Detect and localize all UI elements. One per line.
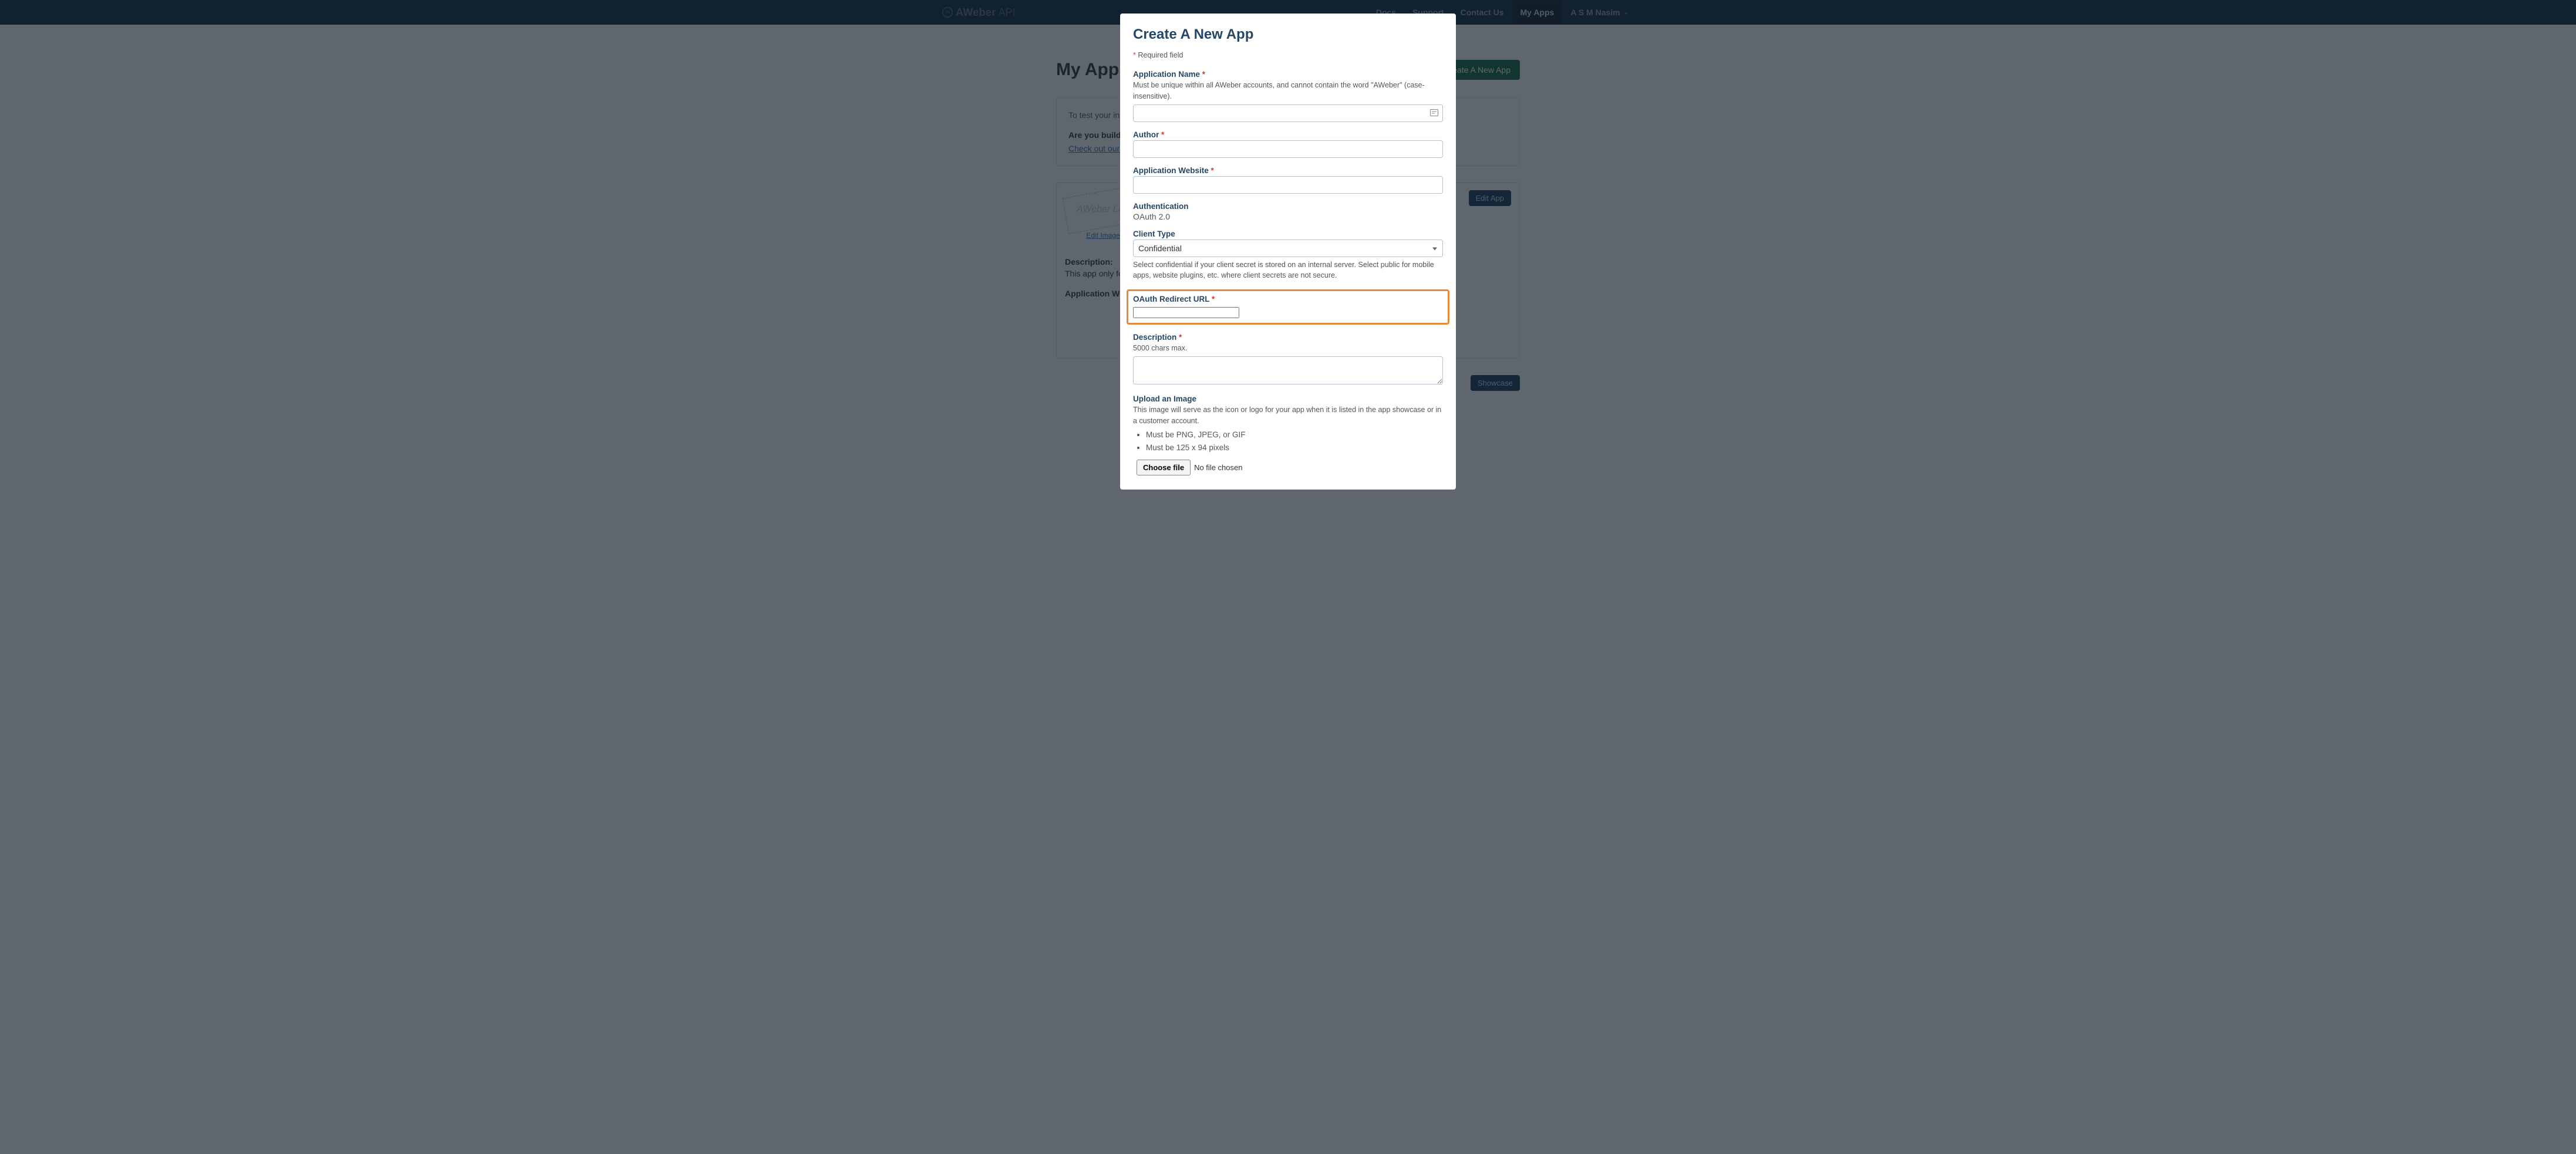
upload-req-1: Must be PNG, JPEG, or GIF [1146,428,1443,441]
modal-overlay: Create A New App * Required field Applic… [0,0,2576,1154]
redirect-label: OAuth Redirect URL * [1133,295,1443,303]
description-field-label: Description * [1133,333,1443,342]
website-input[interactable] [1133,176,1443,194]
client-type-help: Select confidential if your client secre… [1133,259,1443,282]
client-type-select[interactable]: Confidential [1133,239,1443,257]
description-textarea[interactable] [1133,356,1443,384]
autofill-icon [1430,109,1438,118]
client-type-label: Client Type [1133,230,1443,238]
description-help: 5000 chars max. [1133,343,1443,354]
website-label: Application Website * [1133,166,1443,175]
oauth-redirect-highlight: OAuth Redirect URL * [1127,289,1449,325]
app-name-input[interactable] [1133,104,1443,122]
modal-title: Create A New App [1133,26,1443,43]
auth-label: Authentication [1133,202,1443,211]
redirect-input[interactable] [1133,307,1239,318]
upload-req-2: Must be 125 x 94 pixels [1146,441,1443,454]
create-app-modal: Create A New App * Required field Applic… [1120,14,1456,490]
upload-label: Upload an Image [1133,394,1443,403]
app-name-help: Must be unique within all AWeber account… [1133,80,1443,102]
app-name-label: Application Name * [1133,70,1443,79]
no-file-text: No file chosen [1194,463,1242,472]
required-note: Required field [1138,51,1183,59]
upload-help: This image will serve as the icon or log… [1133,404,1443,427]
choose-file-button[interactable]: Choose file [1137,460,1191,475]
author-input[interactable] [1133,140,1443,158]
auth-value: OAuth 2.0 [1133,212,1443,221]
author-label: Author * [1133,130,1443,139]
